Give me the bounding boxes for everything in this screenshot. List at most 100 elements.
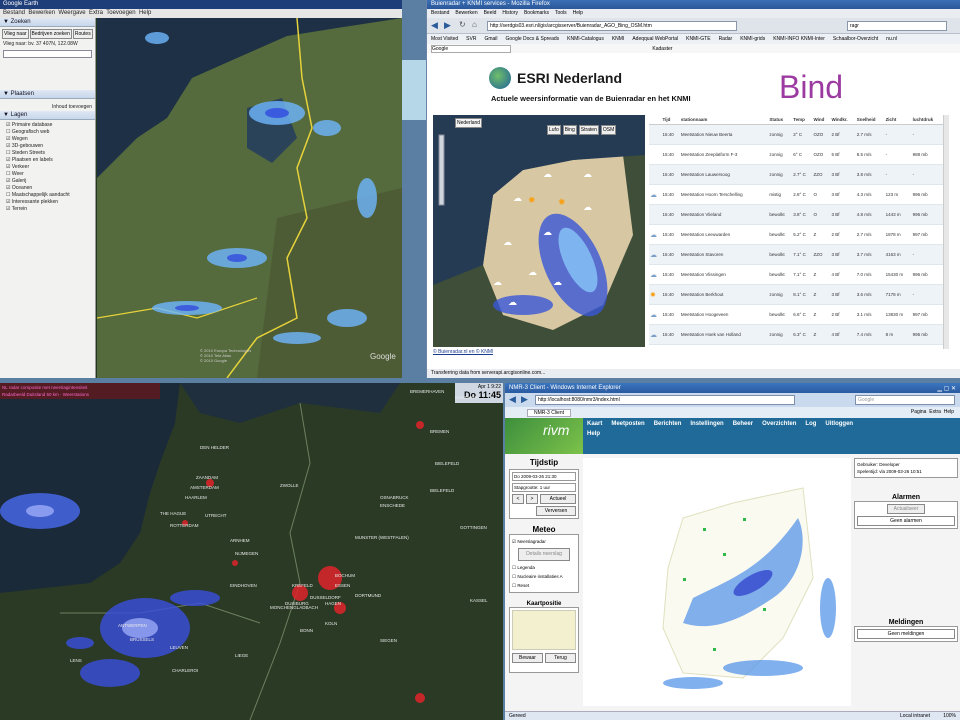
- ge-menu-edit[interactable]: Bewerken: [28, 10, 55, 16]
- ff-menu-item[interactable]: Bewerken: [455, 10, 477, 16]
- ge-tab-business[interactable]: Bedrijven zoeken: [29, 29, 72, 39]
- ff-bookmark[interactable]: Most Visited: [431, 36, 458, 42]
- ie-toolbar-page[interactable]: Pagina: [911, 409, 927, 415]
- rivm-nav-item[interactable]: Overzichten: [762, 421, 796, 427]
- ge-layer-item[interactable]: ☑ Terrein: [0, 206, 95, 213]
- table-header[interactable]: Zicht: [884, 115, 912, 125]
- ge-menu-view[interactable]: Weergave: [58, 10, 85, 16]
- ff-bookmark[interactable]: nu.nl: [886, 36, 897, 42]
- ff-tab-kadaster[interactable]: Kadaster: [652, 46, 672, 52]
- ge-layer-item[interactable]: ☑ Primaire database: [0, 122, 95, 129]
- back-icon[interactable]: ◀: [509, 394, 516, 405]
- ff-bookmark[interactable]: SVR: [466, 36, 476, 42]
- ff-bookmark[interactable]: Adeqqual WebPortal: [632, 36, 678, 42]
- rivm-nav-item[interactable]: Instellingen: [690, 421, 723, 427]
- ff-menu-item[interactable]: Bookmarks: [524, 10, 549, 16]
- verversen-button[interactable]: Verversen: [536, 506, 576, 516]
- window-controls-icon[interactable]: ▁ ▢ ✕: [937, 385, 956, 392]
- ge-menu-tools[interactable]: Extra: [89, 10, 103, 16]
- ie-toolbar-extra[interactable]: Extra: [929, 409, 941, 415]
- table-row[interactable]: ☁ 15:40 Meetstation Vlissingen bewolkt 7.1° …: [649, 264, 943, 285]
- ff-bookmark[interactable]: Radar: [719, 36, 733, 42]
- ff-bookmark[interactable]: KNMI-grids: [740, 36, 765, 42]
- ff-bookmark[interactable]: KNMI-GTE: [686, 36, 710, 42]
- ff-url-input[interactable]: http://serdgis03.esri.nl/gis/arcgisserve…: [487, 21, 737, 31]
- map-btn-bing[interactable]: Bing: [562, 125, 577, 135]
- map-btn-osm[interactable]: OSM: [600, 125, 617, 135]
- ge-layer-item[interactable]: ☑ Interessante plekken: [0, 199, 95, 206]
- datetime-field[interactable]: Do 2009-03-26 21:30: [512, 472, 576, 481]
- ge-layer-item[interactable]: ☐ Steden Streets: [0, 150, 95, 157]
- back-icon[interactable]: ◀: [431, 20, 438, 31]
- reload-icon[interactable]: ↻: [459, 20, 466, 29]
- rivm-nav-item[interactable]: Uitloggen: [825, 421, 853, 427]
- table-header[interactable]: stationnaam: [679, 115, 769, 125]
- ge-layer-item[interactable]: ☑ Plaatsen en labels: [0, 157, 95, 164]
- ff-menu-item[interactable]: Tools: [555, 10, 567, 16]
- meetpost-marker[interactable]: [703, 528, 706, 531]
- table-header[interactable]: Wind: [812, 115, 831, 125]
- rivm-nav-item[interactable]: Log: [805, 421, 816, 427]
- ge-layers-header[interactable]: ▼ Lagen: [0, 111, 95, 120]
- rivm-nav-help[interactable]: Help: [587, 431, 956, 437]
- meetpost-marker[interactable]: [683, 578, 686, 581]
- rivm-map[interactable]: [583, 458, 851, 706]
- reset-checkbox[interactable]: ☐: [512, 583, 516, 588]
- bewaar-button[interactable]: Bewaar: [512, 653, 543, 663]
- stapgrootte-select[interactable]: Stapgrootte: 1 uur: [512, 483, 576, 492]
- map-btn-lufo[interactable]: Lufo: [547, 125, 561, 135]
- ff-menu-item[interactable]: Bestand: [431, 10, 449, 16]
- meetpost-marker[interactable]: [713, 648, 716, 651]
- meetpost-marker[interactable]: [743, 518, 746, 521]
- ge-layer-item[interactable]: ☐ Geografisch web: [0, 129, 95, 136]
- ge-map[interactable]: [97, 18, 402, 378]
- table-header[interactable]: Snelheid: [855, 115, 885, 125]
- ff-bookmark[interactable]: Gmail: [484, 36, 497, 42]
- table-row[interactable]: 15:40 Meetstation Vlieland bewolkt 3.8° CO3…: [649, 204, 943, 225]
- details-neerslag-button[interactable]: Details neerslag: [518, 548, 570, 561]
- ie-toolbar-help[interactable]: Help: [944, 409, 954, 415]
- ff-bookmark[interactable]: KNMI-Catalogus: [567, 36, 604, 42]
- ie-search-input[interactable]: Google: [855, 395, 955, 405]
- ge-layer-item[interactable]: ☐ Weer: [0, 171, 95, 178]
- ff-bookmark[interactable]: KNMI-INFO KNMI-Inter: [773, 36, 825, 42]
- ge-layer-item[interactable]: ☑ 3D-gebouwen: [0, 143, 95, 150]
- ge-menu-file[interactable]: Bestand: [3, 10, 25, 16]
- table-row[interactable]: 15:40 Meetstation Lauwersoog zonnig 2.7° CZ…: [649, 164, 943, 185]
- step-back-button[interactable]: <: [512, 494, 524, 504]
- esri-map[interactable]: ☁ ☁ ☁ ☁ ✹ ✹ ☁ ☁ ☁ ☁ ☁ ☁: [433, 115, 645, 347]
- ge-places-header[interactable]: ▼ Plaatsen: [0, 90, 95, 99]
- ff-bookmark[interactable]: KNMI: [612, 36, 625, 42]
- rivm-nav-item[interactable]: Beheer: [733, 421, 753, 427]
- forward-icon[interactable]: ▶: [521, 394, 528, 405]
- ge-menu-help[interactable]: Help: [139, 10, 151, 16]
- ge-layer-item[interactable]: ☑ Wegen: [0, 136, 95, 143]
- table-row[interactable]: ☁ 15:40 Meetstation Hoek van Holland zonnig…: [649, 324, 943, 345]
- table-header[interactable]: luchtdruk: [911, 115, 943, 125]
- table-header[interactable]: Temp: [792, 115, 813, 125]
- table-row[interactable]: ✹ 15:40 Meetstation Berkhout zonnig 8.1° CZ3…: [649, 284, 943, 305]
- meetpost-marker[interactable]: [763, 608, 766, 611]
- ff-menu-item[interactable]: History: [502, 10, 518, 16]
- actualiseer-button[interactable]: Actualiseer: [887, 504, 925, 514]
- map-label-nederland[interactable]: Nederland: [455, 118, 483, 128]
- ge-layer-item[interactable]: ☑ Galerij: [0, 178, 95, 185]
- table-row[interactable]: 15:40 Meetstation Zeeplatform F-3 zonnig 6°…: [649, 144, 943, 165]
- ff-bookmark[interactable]: Google Docs & Spreads: [506, 36, 560, 42]
- ie-url-input[interactable]: http://localhost:8080/nmr3/index.html: [535, 395, 795, 405]
- terug-button[interactable]: Terug: [545, 653, 576, 663]
- forward-icon[interactable]: ▶: [444, 20, 451, 31]
- table-row[interactable]: ☁ 15:40 Meetstation Hoorn Terschelling mist…: [649, 184, 943, 205]
- ge-layer-item[interactable]: ☑ Oceanen: [0, 185, 95, 192]
- ge-layer-item[interactable]: ☑ Verkeer: [0, 164, 95, 171]
- table-row[interactable]: ☁ 15:40 Meetstation Stavoren bewolkt 7.1° CZ…: [649, 244, 943, 265]
- neerslag-checkbox[interactable]: ☑: [512, 539, 516, 544]
- ff-menu-item[interactable]: Beeld: [484, 10, 497, 16]
- table-row[interactable]: ☁ 15:40 Meetstation Hoogeveen bewolkt 6.6° C…: [649, 304, 943, 325]
- ie-tab[interactable]: NMR-3 Client: [527, 409, 572, 417]
- table-header[interactable]: Status: [768, 115, 793, 125]
- ff-tab-google[interactable]: Google: [431, 45, 511, 53]
- table-header[interactable]: [649, 115, 662, 125]
- ff-bookmark[interactable]: Schaalbor-Overzicht: [833, 36, 878, 42]
- ge-search-input[interactable]: [3, 50, 92, 58]
